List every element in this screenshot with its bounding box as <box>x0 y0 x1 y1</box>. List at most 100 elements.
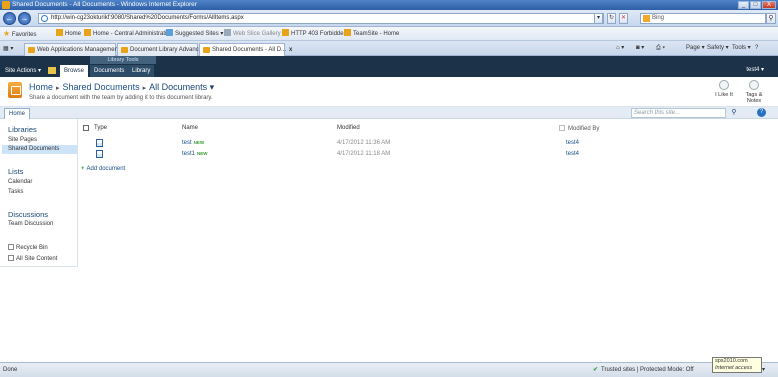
quick-tabs-icon[interactable]: ▦ ▾ <box>3 42 13 57</box>
window-title: Shared Documents - All Documents - Windo… <box>12 1 197 8</box>
feeds-icon[interactable]: ◙ ▾ <box>636 41 644 56</box>
close-window-button[interactable]: X <box>762 1 776 9</box>
nav-item-tasks[interactable]: Tasks <box>8 189 23 195</box>
site-search-button[interactable]: ⚲ <box>728 108 740 118</box>
navigate-up-icon[interactable] <box>48 67 56 74</box>
top-navigation: Home Search this site... ⚲ ? <box>0 107 778 119</box>
tab-web-applications[interactable]: Web Applications Management <box>24 43 120 56</box>
modified-date: 4/17/2012 11:36 AM <box>337 140 391 146</box>
minimize-button[interactable]: _ <box>738 1 749 9</box>
column-header-type[interactable]: Type <box>94 125 107 131</box>
nav-heading-discussions[interactable]: Discussions <box>8 210 48 219</box>
breadcrumb-separator: ▸ <box>56 85 60 92</box>
page-icon <box>282 29 289 36</box>
security-zone[interactable]: ✔ Trusted sites | Protected Mode: Off <box>593 364 694 377</box>
nav-heading-lists[interactable]: Lists <box>8 167 23 176</box>
zoom-dropdown[interactable]: ▾ <box>762 364 765 377</box>
word-document-icon[interactable] <box>96 150 103 158</box>
nav-item-calendar[interactable]: Calendar <box>8 179 32 185</box>
fav-suggested-sites[interactable]: Suggested Sites ▾ <box>166 27 223 41</box>
add-document-link[interactable]: + Add document <box>81 166 125 172</box>
web-search-input[interactable]: Bing <box>640 13 766 24</box>
stop-button[interactable]: ✕ <box>619 13 628 24</box>
filter-icon <box>559 125 565 131</box>
close-tab-icon[interactable]: x <box>289 47 292 53</box>
fav-home[interactable]: Home <box>56 27 81 41</box>
breadcrumb-home[interactable]: Home <box>29 82 53 92</box>
site-actions-menu[interactable]: Site Actions ▾ <box>5 65 41 77</box>
page-menu[interactable]: Page ▾ <box>686 41 705 56</box>
nav-item-shared-documents[interactable]: Shared Documents <box>2 145 77 154</box>
site-content-icon <box>8 255 14 261</box>
ribbon-tab-documents[interactable]: Documents <box>90 65 129 77</box>
column-header-modified[interactable]: Modified <box>337 125 360 131</box>
site-logo-icon[interactable] <box>8 82 22 98</box>
fav-web-slice-gallery[interactable]: Web Slice Gallery ▾ <box>224 27 285 41</box>
sharepoint-icon <box>84 29 91 36</box>
bing-icon <box>643 15 650 22</box>
word-document-icon[interactable] <box>96 139 103 147</box>
view-selector[interactable]: All Documents ▾ <box>149 82 214 92</box>
tab-document-library-advanced[interactable]: Document Library Advanced ... <box>117 43 212 56</box>
sharepoint-icon <box>28 47 35 53</box>
select-all-checkbox[interactable] <box>83 125 89 132</box>
nav-item-team-discussion[interactable]: Team Discussion <box>8 221 53 227</box>
forward-button[interactable]: → <box>18 12 31 25</box>
fav-http-403[interactable]: HTTP 403 Forbidden <box>282 27 347 41</box>
sharepoint-ribbon: Library Tools Site Actions ▾ Browse Docu… <box>0 56 778 77</box>
star-icon: ★ <box>3 29 11 38</box>
print-icon[interactable]: ⎙ ▾ <box>656 41 665 56</box>
document-name-link[interactable]: test1 <box>182 151 195 157</box>
modified-date: 4/17/2012 11:18 AM <box>337 151 391 157</box>
ribbon-tab-library[interactable]: Library <box>128 65 155 77</box>
add-icon: + <box>81 166 85 172</box>
suggested-sites-icon <box>166 29 173 36</box>
sharepoint-icon <box>56 29 63 36</box>
document-list: Type Name Modified Modified By test NEW 4… <box>78 119 778 362</box>
url-text: http://win-cg23okturikf:9080/Shared%20Do… <box>51 15 244 21</box>
home-icon[interactable]: ⌂ ▾ <box>616 41 624 56</box>
table-row: test NEW <box>182 140 204 146</box>
topnav-home[interactable]: Home <box>4 108 31 119</box>
browser-tab-bar: ▦ ▾ Web Applications Management Document… <box>0 41 778 56</box>
user-menu[interactable]: test4 ▾ <box>746 64 764 76</box>
page-title-area: Home ▸ Shared Documents ▸ All Documents ▾ Sh… <box>0 77 778 107</box>
column-header-name[interactable]: Name <box>182 125 198 131</box>
url-input[interactable]: http://win-cg23okturikf:9080/Shared%20Do… <box>38 13 604 24</box>
url-dropdown-button[interactable]: ▾ <box>594 13 603 24</box>
tools-menu[interactable]: Tools ▾ <box>732 41 751 56</box>
refresh-button[interactable]: ↻ <box>607 13 616 24</box>
favorites-bar: ★ Favorites Home Home - Central Administ… <box>0 27 778 41</box>
ie-app-icon <box>2 1 10 9</box>
column-header-modified-by[interactable]: Modified By <box>559 125 599 132</box>
web-slice-icon <box>224 29 231 36</box>
help-menu[interactable]: ? <box>755 41 758 56</box>
nav-item-recycle-bin[interactable]: Recycle Bin <box>8 244 48 251</box>
nav-item-all-site-content[interactable]: All Site Content <box>8 255 57 262</box>
favorites-button[interactable]: ★ Favorites <box>3 27 37 42</box>
back-button[interactable]: ← <box>3 12 16 25</box>
web-search-button[interactable]: ⚲ <box>766 13 776 24</box>
nav-item-site-pages[interactable]: Site Pages <box>8 137 37 143</box>
fav-teamsite-home[interactable]: TeamSite - Home <box>344 27 399 41</box>
ribbon-tab-browse[interactable]: Browse <box>60 65 89 77</box>
safety-menu[interactable]: Safety ▾ <box>707 41 729 56</box>
sharepoint-icon <box>344 29 351 36</box>
window-title-bar: Shared Documents - All Documents - Windo… <box>0 0 778 10</box>
modified-by-link[interactable]: test4 <box>566 140 579 146</box>
document-name-link[interactable]: test <box>182 140 192 146</box>
site-search-input[interactable]: Search this site... <box>631 108 726 118</box>
breadcrumb-shared-documents[interactable]: Shared Documents <box>63 82 140 92</box>
help-icon[interactable]: ? <box>757 108 766 117</box>
tooltip-line: Internet access <box>715 365 753 371</box>
fav-central-admin[interactable]: Home - Central Administration <box>84 27 173 41</box>
tab-shared-documents[interactable]: Shared Documents - All D... x <box>199 43 292 56</box>
nav-heading-libraries[interactable]: Libraries <box>8 125 37 134</box>
maximize-button[interactable]: □ <box>750 1 761 9</box>
modified-by-link[interactable]: test4 <box>566 151 579 157</box>
trusted-sites-icon: ✔ <box>593 367 599 373</box>
sharepoint-icon <box>203 47 210 53</box>
breadcrumb: Home ▸ Shared Documents ▸ All Documents ▾ <box>29 82 214 93</box>
i-like-it-button[interactable]: I Like It <box>713 80 735 98</box>
tags-notes-button[interactable]: Tags & Notes <box>740 80 768 104</box>
